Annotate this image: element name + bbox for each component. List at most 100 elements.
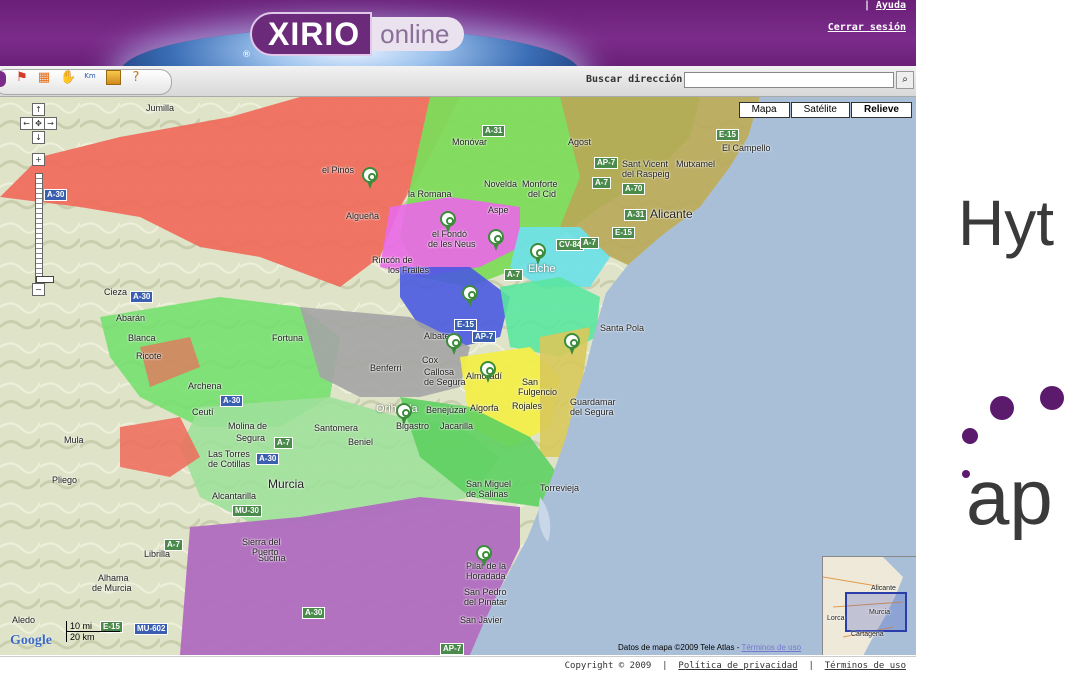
place-label: Benejúzar (426, 405, 467, 415)
map-scale: 10 mi 20 km (66, 621, 190, 642)
map-navigation-control: ↑ ← ✥ → ↓ + − (20, 101, 62, 301)
place-label: Fortuna (272, 333, 304, 343)
overview-map[interactable]: Alicante Murcia Lorca Cartagena (822, 556, 916, 655)
place-label: Horadada (466, 571, 506, 581)
place-label: los Frailes (388, 265, 430, 275)
station-marker-icon[interactable] (362, 167, 378, 189)
apple-logo-dot (962, 428, 978, 444)
station-marker-icon[interactable] (476, 545, 492, 567)
zoom-out-icon[interactable]: − (32, 283, 45, 296)
place-label: Aspe (488, 205, 509, 215)
station-marker-icon[interactable] (480, 361, 496, 383)
terms-link[interactable]: Términos de uso (825, 661, 906, 671)
place-label: Callosa (424, 367, 455, 377)
pan-right-icon[interactable]: → (44, 117, 57, 130)
place-label: del Segura (570, 407, 614, 417)
station-marker-icon[interactable] (530, 243, 546, 265)
road-shield: A-70 (622, 183, 646, 195)
overview-label-alicante: Alicante (871, 585, 896, 592)
station-marker-icon[interactable] (440, 211, 456, 233)
pan-down-icon[interactable]: ↓ (32, 131, 45, 144)
place-label: del Pinatar (464, 597, 508, 607)
ap-logo-text: ap (966, 453, 1053, 541)
address-search-input[interactable] (684, 72, 894, 88)
logo-sub-text: online (372, 17, 464, 51)
zoom-slider-thumb[interactable] (36, 276, 54, 283)
scale-km: 20 km (66, 632, 190, 642)
flag-tool-icon[interactable]: ⚑ (14, 70, 30, 86)
road-shield: A-30 (302, 607, 326, 619)
place-label: San (522, 377, 539, 387)
place-label: Monforte (522, 179, 558, 189)
place-label: Benferri (370, 363, 402, 373)
place-label: Sant Vicent (622, 159, 668, 169)
measure-km-icon[interactable]: Km (82, 68, 98, 84)
station-marker-icon[interactable] (462, 285, 478, 307)
overview-label-lorca: Lorca (827, 615, 845, 622)
map-type-selector: Mapa Satélite Relieve (738, 102, 912, 118)
place-label: Alicante (650, 207, 693, 221)
place-label: del Raspeig (622, 169, 670, 179)
road-shield: A-7 (164, 539, 183, 551)
logo-main-text: XIRIO (250, 12, 373, 56)
app-header: ® XIRIO online | Ayuda Cerrar sesión (0, 0, 916, 66)
search-map-icon[interactable]: ⌕ (896, 71, 914, 89)
place-label: Pliego (52, 475, 78, 485)
place-label: de Murcia (92, 583, 132, 593)
overview-label-murcia: Murcia (869, 609, 891, 616)
road-shield: E-15 (716, 129, 739, 141)
road-shield: A-7 (592, 177, 611, 189)
pan-hand-icon[interactable]: ✋ (60, 70, 76, 86)
place-label: San Pedro (464, 587, 507, 597)
map-terms-link[interactable]: Términos de uso (741, 643, 801, 652)
station-marker-icon[interactable] (488, 229, 504, 251)
map-attribution: Datos de mapa ©2009 Tele Atlas - Término… (618, 643, 801, 652)
place-label: El Campello (722, 143, 771, 153)
place-label: Monóvar (452, 137, 488, 147)
place-label: el Pinós (322, 165, 355, 175)
place-label: del Cid (528, 189, 557, 199)
image-tool-icon[interactable] (106, 70, 121, 85)
place-label: Santa Pola (600, 323, 645, 333)
layers-tool-icon[interactable]: ▦ (36, 70, 52, 86)
place-label: Torrevieja (540, 483, 580, 493)
place-label: Puerto (252, 547, 279, 557)
zoom-slider[interactable] (35, 173, 54, 285)
place-label: Jacarilla (440, 421, 474, 431)
road-shield: A-30 (130, 291, 154, 303)
place-label: Mula (64, 435, 84, 445)
place-label: Novelda (484, 179, 518, 189)
map-type-satelite[interactable]: Satélite (790, 102, 850, 118)
place-label: Aledo (12, 615, 36, 625)
place-label: Rojales (512, 401, 543, 411)
map-type-relieve[interactable]: Relieve (850, 102, 912, 118)
place-label: Beniel (348, 437, 374, 447)
road-shield: A-30 (44, 189, 68, 201)
place-label: Mutxamel (676, 159, 716, 169)
road-shield: AP-7 (440, 643, 465, 655)
overview-label-cartagena: Cartagena (851, 631, 884, 638)
road-shield: AP-7 (594, 157, 619, 169)
help-tool-icon[interactable]: ? (128, 70, 144, 86)
place-label: Segura (236, 433, 266, 443)
privacy-link[interactable]: Política de privacidad (678, 661, 797, 671)
apple-logo-dot (1040, 386, 1064, 410)
station-marker-icon[interactable] (564, 333, 580, 355)
road-shield: E-15 (612, 227, 635, 239)
station-marker-icon[interactable] (446, 333, 462, 355)
hyt-logo-text: Hyt (958, 187, 1054, 259)
road-shield: A-7 (274, 437, 293, 449)
coverage-map[interactable]: Mapa Satélite Relieve ↑ ← ✥ → ↓ + − Jumi… (0, 97, 916, 655)
help-link[interactable]: Ayuda (876, 0, 906, 11)
map-type-mapa[interactable]: Mapa (738, 102, 790, 118)
road-shield: A-7 (504, 269, 523, 281)
station-marker-icon[interactable] (396, 403, 412, 425)
logout-link[interactable]: Cerrar sesión (828, 22, 906, 33)
place-label: Rincón de (372, 255, 413, 265)
place-label: Sierra del (242, 537, 281, 547)
zoom-in-icon[interactable]: + (32, 153, 45, 166)
pan-up-icon[interactable]: ↑ (32, 103, 45, 116)
place-label: San Javier (460, 615, 503, 625)
footer-links: Copyright © 2009 | Política de privacida… (564, 661, 906, 671)
place-label: de les Neus (428, 239, 476, 249)
